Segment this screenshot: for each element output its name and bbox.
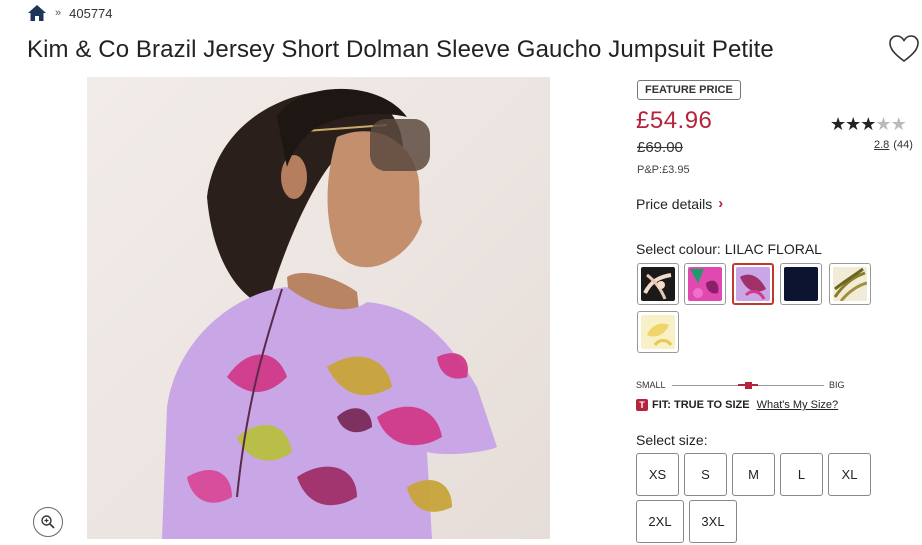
fit-scale-big-label: BIG [829,380,845,390]
size-button-xl[interactable]: XL [828,453,871,496]
feature-price-badge: FEATURE PRICE [637,80,741,100]
size-button-2xl[interactable]: 2XL [636,500,684,543]
breadcrumb: » 405774 [27,4,113,22]
star-rating[interactable]: ★★★★★ [830,114,907,135]
size-button-3xl[interactable]: 3XL [689,500,737,543]
rating-count: (44) [893,139,913,151]
swatch-pink-green-floral[interactable] [684,263,726,305]
swatch-lilac-floral[interactable] [732,263,774,305]
star-icon: ★ [830,114,846,134]
current-price: £54.96 [636,107,713,134]
swatch-yellow-floral[interactable] [637,311,679,353]
product-image[interactable] [87,77,550,539]
star-icon: ★ [845,114,861,134]
was-price: £69.00 [637,139,683,156]
zoom-icon [41,515,55,529]
size-button-m[interactable]: M [732,453,775,496]
swatch-black-white-floral[interactable] [637,263,679,305]
rating-summary[interactable]: 2.8 (44) [874,139,913,151]
price-details-link[interactable]: Price details › [636,195,723,212]
wishlist-button[interactable] [888,34,920,64]
star-icon: ★ [890,114,907,134]
heart-icon [889,35,919,62]
fit-scale-marker [745,382,752,389]
colour-label: Select colour: LILAC FLORAL [636,241,822,257]
zoom-button[interactable] [33,507,63,537]
fit-info: T FIT: TRUE TO SIZE What's My Size? [636,399,838,411]
rating-score: 2.8 [874,139,890,151]
breadcrumb-product-code[interactable]: 405774 [69,6,112,21]
size-button-s[interactable]: S [684,453,727,496]
size-label: Select size: [636,432,708,448]
chevron-right-icon: › [718,195,724,212]
star-icon: ★ [860,114,876,134]
fit-logo-icon: T [636,399,648,411]
size-button-l[interactable]: L [780,453,823,496]
fit-text: FIT: TRUE TO SIZE [652,399,750,411]
star-icon: ★ [875,114,891,134]
breadcrumb-separator: » [55,7,62,19]
whats-my-size-link[interactable]: What's My Size? [757,399,839,411]
home-icon[interactable] [27,4,47,22]
postage-price: P&P:£3.95 [637,164,690,176]
size-button-xs[interactable]: XS [636,453,679,496]
product-title: Kim & Co Brazil Jersey Short Dolman Slee… [27,36,774,63]
price-details-label: Price details [636,195,713,212]
fit-scale: SMALL BIG [636,376,850,392]
fit-scale-small-label: SMALL [636,380,666,390]
swatch-olive-stripe[interactable] [829,263,871,305]
swatch-navy[interactable] [780,263,822,305]
